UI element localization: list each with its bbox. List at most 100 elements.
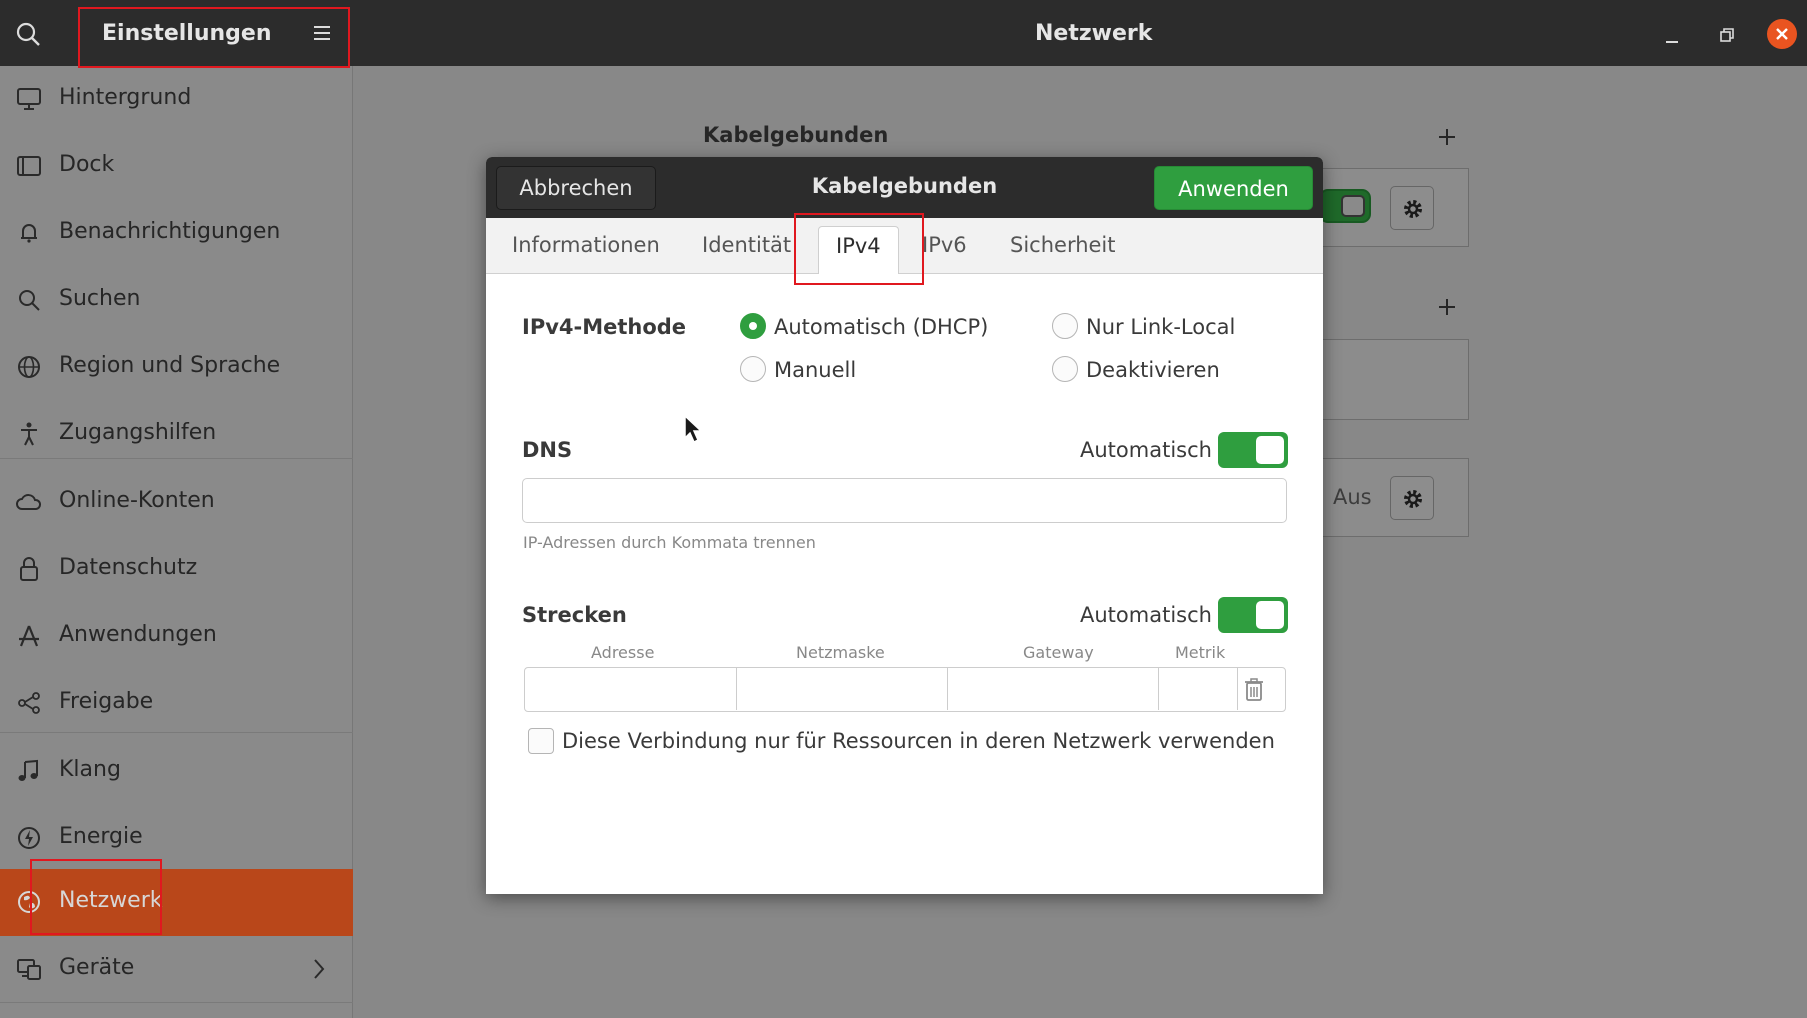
radio-link-local[interactable]: [1052, 313, 1078, 339]
sidebar-item-freigabe[interactable]: Freigabe: [0, 670, 353, 737]
dns-input[interactable]: [522, 478, 1287, 523]
dock-icon: [17, 156, 41, 176]
sidebar-item-label: Zugangshilfen: [59, 420, 217, 445]
radio-dhcp[interactable]: [740, 313, 766, 339]
settings-title: Einstellungen: [102, 21, 272, 46]
sidebar-item-hintergrund[interactable]: Hintergrund: [0, 66, 353, 133]
sidebar-item-energie[interactable]: Energie: [0, 805, 353, 872]
sidebar-item-label: Region und Sprache: [59, 353, 281, 378]
network-icon: [18, 891, 40, 913]
route-metric-input[interactable]: [1159, 668, 1238, 710]
tab-identitaet[interactable]: Identität: [702, 233, 791, 257]
minimize-icon[interactable]: [1664, 30, 1680, 44]
bell-icon: [21, 224, 37, 243]
wired-settings-button[interactable]: [1390, 186, 1434, 230]
sidebar-item-label: Suchen: [59, 286, 141, 311]
route-address-input[interactable]: [525, 668, 737, 710]
mouse-cursor-icon: [684, 414, 703, 444]
dialog-header: Abbrechen Kabelgebunden Anwenden: [486, 157, 1323, 218]
maximize-icon[interactable]: [1719, 27, 1735, 43]
sidebar-item-label: Anwendungen: [59, 622, 217, 647]
tab-informationen[interactable]: Informationen: [512, 233, 660, 257]
wired-section-title: Kabelgebunden: [703, 123, 889, 147]
routes-auto-switch[interactable]: [1218, 597, 1288, 633]
add-icon[interactable]: [1437, 297, 1457, 317]
vpn-frame: [1316, 339, 1469, 420]
sidebar-item-anwendungen[interactable]: Anwendungen: [0, 603, 353, 670]
sidebar-item-dock[interactable]: Dock: [0, 133, 353, 200]
cloud-icon: [16, 494, 42, 510]
local-only-label[interactable]: Diese Verbindung nur für Ressourcen in d…: [562, 729, 1275, 753]
sidebar-item-online-konten[interactable]: Online-Konten: [0, 469, 353, 536]
routes-auto-label: Automatisch: [1080, 603, 1212, 627]
sidebar-item-datenschutz[interactable]: Datenschutz: [0, 536, 353, 603]
applications-icon: [19, 625, 39, 647]
sidebar-item-label: Benachrichtigungen: [59, 219, 281, 244]
col-gateway: Gateway: [1023, 643, 1094, 662]
wired-toggle[interactable]: [1319, 189, 1371, 223]
dns-auto-label: Automatisch: [1080, 438, 1212, 462]
local-only-checkbox[interactable]: [528, 728, 554, 754]
chevron-right-icon: [314, 959, 325, 979]
hamburger-menu-icon[interactable]: [312, 24, 332, 42]
close-button[interactable]: [1767, 19, 1797, 49]
radio-dhcp-label[interactable]: Automatisch (DHCP): [774, 315, 988, 339]
ipv4-method-label: IPv4-Methode: [522, 315, 687, 339]
lock-icon: [20, 557, 38, 581]
dns-label: DNS: [522, 438, 573, 462]
sidebar-separator: [0, 458, 353, 459]
search-icon: [19, 290, 40, 311]
radio-link-local-label[interactable]: Nur Link-Local: [1086, 315, 1235, 339]
add-icon[interactable]: [1437, 127, 1457, 147]
sidebar-item-label: Klang: [59, 757, 121, 782]
sidebar: Hintergrund Dock Benachrichtigungen Such…: [0, 66, 353, 1018]
sidebar-item-label: Freigabe: [59, 689, 154, 714]
sidebar-item-suchen[interactable]: Suchen: [0, 267, 353, 334]
proxy-status: Aus: [1333, 485, 1372, 509]
monitor-icon: [17, 88, 41, 110]
trash-icon[interactable]: [1241, 676, 1267, 704]
sidebar-item-label: Netzwerk: [59, 888, 163, 913]
proxy-settings-button[interactable]: [1390, 476, 1434, 520]
sidebar-item-label: Hintergrund: [59, 85, 192, 110]
sidebar-item-label: Online-Konten: [59, 488, 215, 513]
sidebar-item-geraete[interactable]: Geräte: [0, 936, 353, 1003]
tab-sicherheit[interactable]: Sicherheit: [1010, 233, 1116, 257]
routes-label: Strecken: [522, 603, 627, 627]
radio-disable-label[interactable]: Deaktivieren: [1086, 358, 1220, 382]
dns-auto-switch[interactable]: [1218, 432, 1288, 468]
tab-ipv6[interactable]: IPv6: [922, 233, 967, 257]
power-icon: [18, 827, 40, 849]
sidebar-item-netzwerk[interactable]: Netzwerk: [0, 869, 353, 936]
route-gateway-input[interactable]: [948, 668, 1159, 710]
col-address: Adresse: [591, 643, 655, 662]
col-metric: Metrik: [1175, 643, 1226, 662]
devices-icon: [17, 959, 41, 980]
apply-button[interactable]: Anwenden: [1154, 166, 1313, 210]
sidebar-separator: [0, 732, 353, 733]
page-title: Netzwerk: [1035, 21, 1153, 46]
radio-disable[interactable]: [1052, 356, 1078, 382]
close-icon: [1776, 28, 1788, 40]
sidebar-item-label: Datenschutz: [59, 555, 198, 580]
globe-icon: [18, 356, 40, 378]
sidebar-separator: [0, 1002, 353, 1003]
radio-manual[interactable]: [740, 356, 766, 382]
radio-manual-label[interactable]: Manuell: [774, 358, 856, 382]
accessibility-icon: [21, 422, 37, 446]
sidebar-item-benachrichtigungen[interactable]: Benachrichtigungen: [0, 200, 353, 267]
dns-hint: IP-Adressen durch Kommata trennen: [523, 533, 816, 552]
route-netmask-input[interactable]: [737, 668, 948, 710]
connection-dialog: Abbrechen Kabelgebunden Anwenden Informa…: [486, 157, 1323, 894]
search-icon[interactable]: [14, 20, 42, 48]
sidebar-item-label: Geräte: [59, 955, 135, 980]
sidebar-item-label: Energie: [59, 824, 143, 849]
route-row: [524, 667, 1286, 712]
gear-icon: [1404, 490, 1422, 508]
tab-ipv4[interactable]: IPv4: [818, 226, 899, 274]
header-bar: Einstellungen Netzwerk: [0, 0, 1807, 66]
sidebar-item-region-und-sprache[interactable]: Region und Sprache: [0, 334, 353, 401]
sidebar-item-klang[interactable]: Klang: [0, 738, 353, 805]
share-icon: [18, 692, 40, 714]
col-netmask: Netzmaske: [796, 643, 885, 662]
